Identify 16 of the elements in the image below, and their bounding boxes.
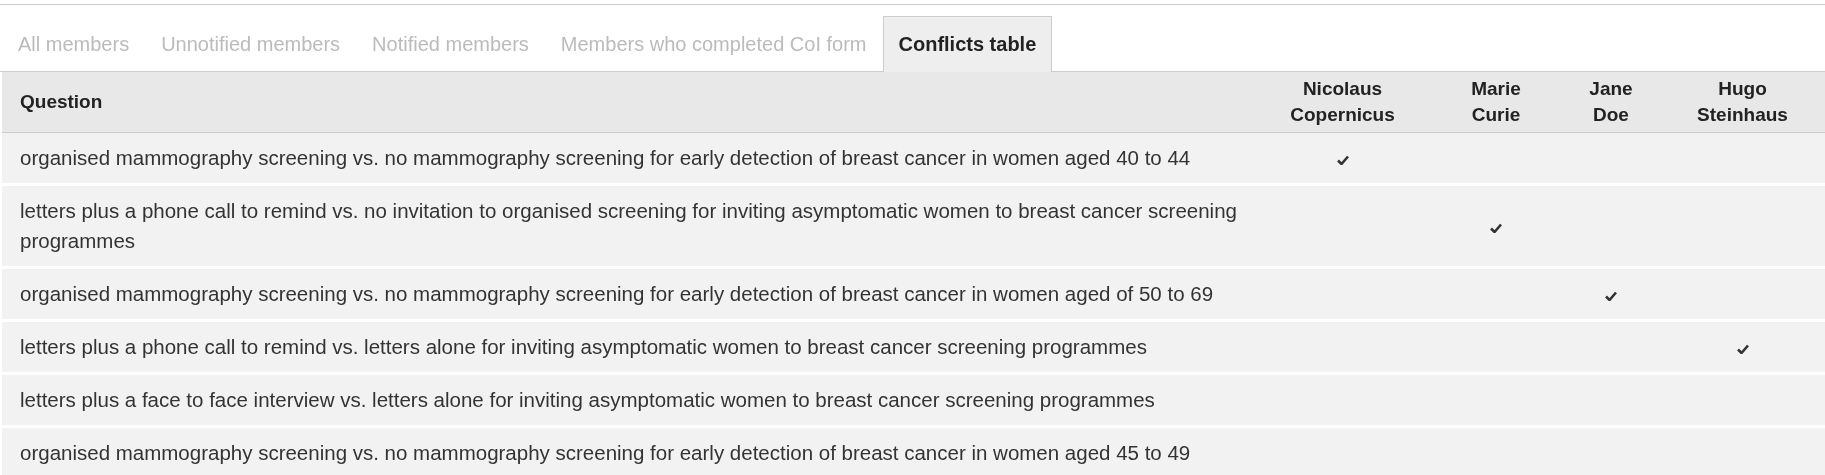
tab[interactable]: Conflicts table — [882, 16, 1053, 72]
question-cell: organised mammography screening vs. no mammography screening for early detection of breast cancer in women aged 45 to 49 — [2, 426, 1255, 475]
tab[interactable]: Members who completed CoI form — [544, 16, 883, 72]
column-header: Nicolaus Copernicus — [1290, 77, 1395, 127]
question-cell: organised mammography screening vs. no mammography screening for early detection of breast cancer in women aged 40 to 44 — [2, 132, 1255, 185]
question-cell: letters plus a phone call to remind vs. letters alone for inviting asymptomatic women to breast cancer screening programmes — [2, 320, 1255, 374]
column-header: Question — [20, 91, 103, 112]
column-header: Marie Curie — [1471, 77, 1521, 127]
question-cell: letters plus a phone call to remind vs. no invitation to organised screening for inviting asymptomatic women to breast cancer screening programmes — [2, 184, 1255, 268]
tab[interactable]: Notified members — [356, 16, 545, 72]
tab[interactable]: All members — [2, 16, 146, 72]
question-cell: organised mammography screening vs. no mammography screening for early detection of breast cancer in women aged of 50 to 69 — [2, 267, 1255, 321]
column-header: Hugo Steinhaus — [1697, 77, 1788, 127]
question-cell: letters plus a face to face interview vs. letters alone for inviting asymptomatic women to breast cancer screening programmes — [2, 373, 1255, 427]
column-header: Jane Doe — [1589, 77, 1633, 127]
tab[interactable]: Unnotified members — [145, 16, 357, 72]
